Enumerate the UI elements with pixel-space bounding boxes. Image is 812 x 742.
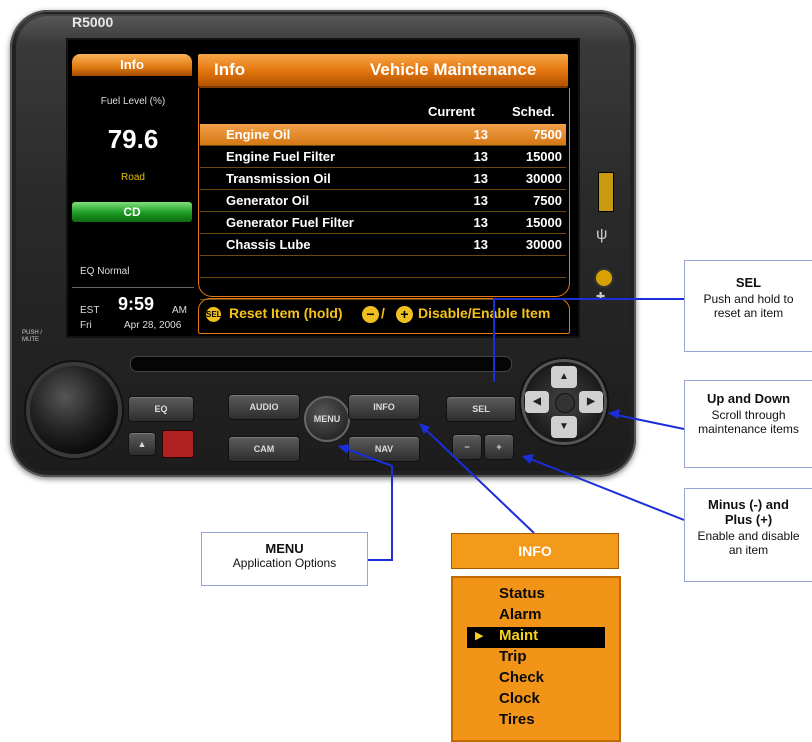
minusplus-callout-line	[527, 457, 685, 521]
updown-callout-text: Scroll through maintenance items	[698, 408, 799, 436]
callout-arrows	[338, 409, 685, 561]
info-menu-item[interactable]: Tires	[499, 711, 535, 728]
info-callout-line	[423, 427, 535, 534]
updown-callout: Up and Down Scroll through maintenance i…	[684, 380, 812, 468]
menu-callout-title: MENU	[265, 541, 304, 556]
sel-callout-text: Push and hold to reset an item	[703, 292, 794, 320]
info-menu-item[interactable]: Status	[499, 585, 545, 602]
menu-arrowhead	[338, 444, 350, 454]
info-menu-item[interactable]: Check	[499, 669, 544, 686]
menu-callout: MENU Application Options	[201, 532, 368, 586]
minusplus-callout: Minus (-) and Plus (+) Enable and disabl…	[684, 488, 812, 582]
selection-pointer-icon: ▶	[475, 630, 484, 642]
minusplus-callout-text: Enable and disable an item	[697, 529, 800, 557]
sel-callout-title: SEL	[735, 275, 762, 290]
info-menu-item[interactable]: Alarm	[499, 606, 542, 623]
info-menu-item[interactable]: Trip	[499, 648, 527, 665]
minusplus-callout-title: Minus (-) and Plus (+)	[708, 497, 789, 527]
info-menu-item[interactable]: Maint	[499, 627, 538, 644]
menu-callout-text: Application Options	[232, 556, 337, 570]
sel-callout: SEL Push and hold to reset an item	[684, 260, 812, 352]
updown-callout-title: Up and Down	[706, 391, 791, 406]
info-menu-label: INFO	[451, 533, 619, 569]
updown-arrowhead	[608, 409, 620, 419]
updown-callout-line	[611, 413, 685, 430]
info-menu-item[interactable]: Clock	[499, 690, 540, 707]
